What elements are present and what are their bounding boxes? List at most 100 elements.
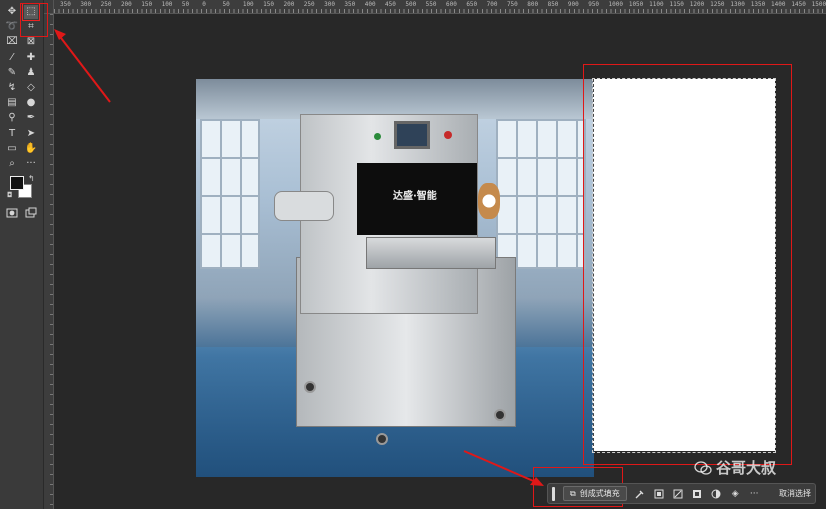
ruler-mark-label: 300 [324, 1, 335, 8]
watermark: 谷哥大叔 [694, 457, 776, 478]
default-colors-icon[interactable]: ◘ [7, 191, 13, 199]
ruler-mark-label: 1450 [791, 1, 806, 8]
ruler-mark-label: 150 [263, 1, 274, 8]
tools-panel: ✥ ⬚ ➰ ⌗ ⌧ ⊠ ⁄ ✚ ✎ ♟ ↯ ◇ ▤ ● ⚲ ✒ T ➤ ▭ ✋ ⌕ ··· ↰ ◘ [0, 0, 44, 509]
adjustment-layer-icon[interactable] [711, 488, 722, 499]
ruler-mark-label: 1050 [628, 1, 644, 8]
annotation-box-marquee-tool [20, 3, 48, 37]
hand-icon[interactable]: ✋ [24, 142, 38, 156]
machine-front-panel: 达盛·智能 [357, 163, 477, 235]
ruler-mark-label: 200 [120, 1, 132, 8]
ruler-mark-label: 1250 [710, 1, 725, 8]
blur-icon[interactable]: ● [24, 96, 38, 110]
ruler-mark-label: 50 [222, 1, 230, 8]
pen-icon[interactable]: ✒ [24, 111, 38, 125]
ruler-mark-label: 900 [567, 1, 579, 8]
dodge-icon[interactable]: ⚲ [5, 111, 19, 125]
ruler-mark-label: 250 [303, 1, 315, 8]
ruler-mark-label: 800 [527, 1, 539, 8]
factory-ceiling [196, 79, 594, 119]
contextual-task-bar: ⧉ 创成式填充 ◈ ··· 取消选择 [547, 483, 816, 504]
ruler-ticks [54, 9, 826, 13]
history-brush-icon[interactable]: ↯ [5, 81, 19, 95]
machine-red-button [444, 131, 452, 139]
ruler-mark-label: 150 [141, 1, 153, 8]
annotation-arrow-icon [54, 29, 111, 103]
ruler-mark-label: 450 [385, 1, 396, 8]
machine-wheel [376, 433, 388, 445]
frame-icon[interactable]: ⊠ [24, 35, 38, 49]
type-icon[interactable]: T [5, 127, 19, 141]
ruler-mark-label: 1100 [649, 1, 664, 8]
generative-fill-button[interactable]: ⧉ 创成式填充 [563, 486, 627, 501]
ruler-mark-label: 1300 [730, 1, 745, 8]
eyedropper-icon[interactable]: ⁄ [5, 51, 19, 65]
factory-window [200, 119, 260, 269]
deselect-button[interactable]: 取消选择 [779, 488, 811, 499]
horizontal-ruler[interactable]: 350 300 250 200 150 100 50 0 50 100 150 200 250 300 35… [54, 0, 826, 14]
ruler-mark-label: 350 [60, 1, 71, 8]
transform-selection-icon[interactable] [673, 488, 684, 499]
gradient-icon[interactable]: ▤ [5, 96, 19, 110]
ruler-mark-label: 700 [486, 1, 498, 8]
ruler-mark-label: 500 [405, 1, 417, 8]
ruler-mark-label: 1150 [669, 1, 684, 8]
machine-screen [394, 121, 430, 149]
taskbar-grip-handle[interactable] [552, 486, 555, 501]
more-options-icon[interactable]: ··· [749, 488, 760, 499]
canvas-image[interactable]: 达盛·智能 [196, 79, 594, 477]
machine-brand-text: 达盛·智能 [393, 191, 437, 202]
generative-fill-label: 创成式填充 [579, 489, 620, 498]
machine-green-button [374, 133, 381, 140]
ruler-mark-label: 300 [80, 1, 92, 8]
stamp-icon[interactable]: ♟ [24, 66, 38, 80]
rectangle-icon[interactable]: ▭ [5, 142, 19, 156]
annotation-box-fill-area [583, 64, 792, 465]
eraser-icon[interactable]: ◇ [24, 81, 38, 95]
machine-arm [274, 191, 334, 221]
mask-icon[interactable] [692, 488, 703, 499]
annotation-arrow-icon [463, 450, 544, 486]
ruler-mark-label: 650 [466, 1, 478, 8]
zoom-icon[interactable]: ⌕ [5, 157, 19, 171]
ruler-mark-label: 750 [506, 1, 518, 8]
ruler-mark-label: 350 [344, 1, 356, 8]
generative-fill-icon: ⧉ [570, 488, 576, 498]
modify-selection-icon[interactable] [635, 488, 646, 499]
wechat-logo-icon [694, 460, 712, 475]
ruler-mark-label: 200 [283, 1, 295, 8]
more-tools-icon[interactable]: ··· [24, 157, 38, 171]
ruler-mark-label: 550 [425, 1, 437, 8]
ruler-mark-label: 1500 [811, 1, 826, 8]
ruler-mark-label: 1400 [771, 1, 786, 8]
swap-colors-icon[interactable]: ↰ [28, 174, 35, 183]
ruler-mark-label: 100 [161, 1, 173, 8]
lasso-icon[interactable]: ➰ [5, 20, 19, 34]
ruler-mark-label: 850 [547, 1, 559, 8]
watermark-text: 谷哥大叔 [716, 459, 777, 477]
path-select-icon[interactable]: ➤ [24, 127, 38, 141]
film-roll [478, 183, 500, 219]
quick-mask-icon[interactable] [5, 206, 19, 220]
move-icon[interactable]: ✥ [5, 5, 19, 19]
foreground-color-swatch[interactable] [10, 176, 24, 190]
ruler-mark-label: 1000 [608, 1, 623, 8]
factory-window [496, 119, 586, 269]
ruler-mark-label: 400 [364, 1, 376, 8]
ruler-mark-label: 100 [242, 1, 254, 8]
ruler-mark-label: 1200 [689, 1, 705, 8]
invert-selection-icon[interactable] [654, 488, 665, 499]
screen-mode-icon[interactable] [24, 206, 38, 220]
ruler-mark-label: 50 [181, 1, 190, 8]
machine-tray [366, 237, 496, 269]
machine-wheel [494, 409, 506, 421]
ruler-mark-label: 1350 [750, 1, 766, 8]
ruler-mark-label: 0 [202, 1, 206, 8]
brush-icon[interactable]: ✎ [5, 66, 19, 80]
ruler-mark-label: 950 [588, 1, 600, 8]
crop-icon[interactable]: ⌧ [5, 35, 19, 49]
fill-selection-icon[interactable]: ◈ [730, 488, 741, 499]
ruler-mark-label: 250 [100, 1, 112, 8]
healing-brush-icon[interactable]: ✚ [24, 51, 38, 65]
ruler-mark-label: 600 [446, 1, 457, 8]
